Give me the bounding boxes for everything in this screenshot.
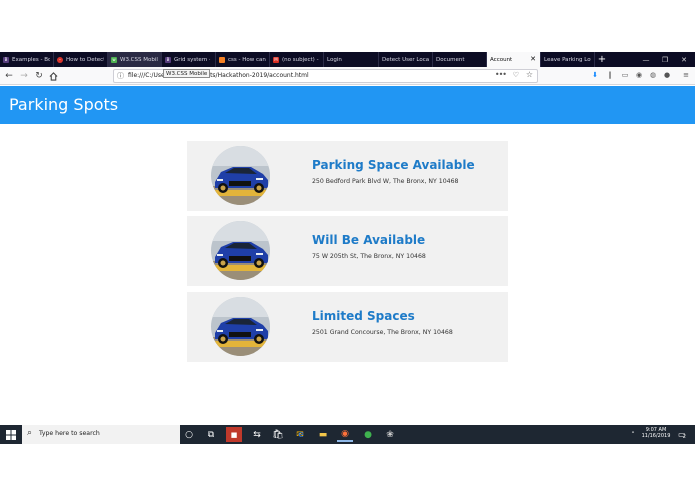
w3schools-favicon-icon: w [111,56,117,63]
screen: B Examples - Bo – How to Detect w W3.CSS… [0,0,695,494]
tab-label: Account [490,56,513,63]
extension-icon[interactable]: ◍ [648,69,658,81]
app-icon-red[interactable]: ■ [226,427,242,442]
clock-date: 11/16/2019 [641,433,671,439]
page-actions-icon[interactable]: ••• [495,70,507,79]
library-icon[interactable]: ‖ [605,69,615,81]
tab-label: How to Detect [66,56,104,63]
show-hidden-icons-icon[interactable]: ˄ [628,425,638,444]
windows-start-button[interactable] [0,425,22,444]
info-icon[interactable]: ⓘ [117,71,124,81]
spot-address: 75 W 205th St, The Bronx, NY 10468 [312,253,426,260]
tab-how-to-detect[interactable]: – How to Detect [54,52,108,67]
tab-leave-parking-lot[interactable]: Leave Parking Lot [541,52,595,67]
tab-document[interactable]: Document [433,52,487,67]
url-text: file:///C:/Users nts/Hackathon-2019/accou… [128,72,309,79]
system-clock[interactable]: 9:07 AM 11/16/2019 [640,427,672,439]
pocket-icon[interactable]: ♡ [513,71,519,79]
spot-status-title: Limited Spaces [312,309,415,323]
back-icon[interactable]: ← [2,69,16,83]
maximize-icon[interactable]: ❐ [656,52,674,67]
tab-label: Leave Parking Lot [544,56,591,63]
browser-tab-strip: B Examples - Bo – How to Detect w W3.CSS… [0,52,695,67]
tab-label: (no subject) - [282,56,319,63]
tab-login[interactable]: Login [324,52,379,67]
windows-logo-icon [6,429,16,440]
spot-status-title: Will Be Available [312,233,426,247]
tab-css-how-can[interactable]: css - How can [216,52,270,67]
menu-icon[interactable]: ≡ [681,69,691,81]
task-view-icon[interactable]: ⧉ [203,427,219,442]
tab-no-subject[interactable]: M (no subject) - [270,52,324,67]
store-icon[interactable]: 🛍 [270,427,286,442]
close-tab-icon[interactable]: ✕ [530,55,536,63]
tab-grid-system[interactable]: B Grid system · B [162,52,216,67]
notification-count: 2 [682,433,686,440]
spot-address: 250 Bedford Park Blvd W, The Bronx, NY 1… [312,178,459,185]
stackoverflow-favicon-icon [219,56,225,63]
tab-label: css - How can [228,56,266,63]
forward-icon[interactable]: → [17,69,31,83]
tab-label: Detect User Locati [382,56,429,63]
car-image [211,297,270,356]
tab-tooltip: W3.CSS Mobile [163,69,211,78]
bootstrap-favicon-icon: B [165,56,171,63]
search-icon: ⌕ [27,428,33,438]
close-window-icon[interactable]: ✕ [675,52,693,67]
tab-label: Login [327,56,342,63]
app-icon-green[interactable]: ● [360,427,376,442]
tab-label: Document [436,56,465,63]
cortana-icon[interactable]: ○ [181,427,197,442]
gmail-favicon-icon: M [273,56,279,63]
account-icon[interactable]: ◉ [634,69,644,81]
no-entry-favicon-icon: – [57,56,63,63]
app-header: Parking Spots [0,86,695,124]
parking-spot-card[interactable]: Parking Space Available 250 Bedford Park… [187,141,508,211]
connect-icon[interactable]: ⇆ [249,427,265,442]
file-explorer-icon[interactable]: ▬ [315,427,331,442]
tab-label: Grid system · B [174,56,212,63]
home-icon[interactable] [46,69,60,83]
bookmark-star-icon[interactable]: ☆ [526,70,533,79]
edge-browser-icon[interactable]: e [293,427,309,442]
firefox-icon[interactable]: ◉ [337,427,353,442]
tab-w3css-mobile[interactable]: w W3.CSS Mobile [108,52,162,67]
tab-examples-bootstrap[interactable]: B Examples - Bo [0,52,54,67]
tab-label: W3.CSS Mobile [120,56,158,63]
car-image [211,146,270,205]
spot-address: 2501 Grand Concourse, The Bronx, NY 1046… [312,329,453,336]
parking-spot-card[interactable]: Will Be Available 75 W 205th St, The Bro… [187,216,508,286]
new-tab-button[interactable]: + [595,52,609,67]
bootstrap-favicon-icon: B [3,56,9,63]
tab-account[interactable]: Account ✕ [487,52,541,67]
taskbar-search-box[interactable]: ⌕ Type here to search [22,425,180,444]
minimize-icon[interactable]: — [637,52,655,67]
downloads-icon[interactable]: ⬇ [590,69,600,81]
tab-label: Examples - Bo [12,56,50,63]
car-image [211,221,270,280]
windows-taskbar: ⌕ Type here to search ○ ⧉ ■ ⇆ 🛍 ✉ e ▬ ◉ … [0,425,695,444]
spot-status-title: Parking Space Available [312,158,475,172]
notification-center-icon[interactable]: ▭ 2 [675,425,689,444]
tab-detect-user-location[interactable]: Detect User Locati [379,52,433,67]
page-title: Parking Spots [9,95,119,114]
sidebar-icon[interactable]: ▭ [620,69,630,81]
parking-spot-card[interactable]: Limited Spaces 2501 Grand Concourse, The… [187,292,508,362]
reload-icon[interactable]: ↻ [32,69,46,83]
search-placeholder: Type here to search [39,430,100,437]
app-icon-gray[interactable]: ❀ [382,427,398,442]
extension-icon-2[interactable]: ● [662,69,672,81]
